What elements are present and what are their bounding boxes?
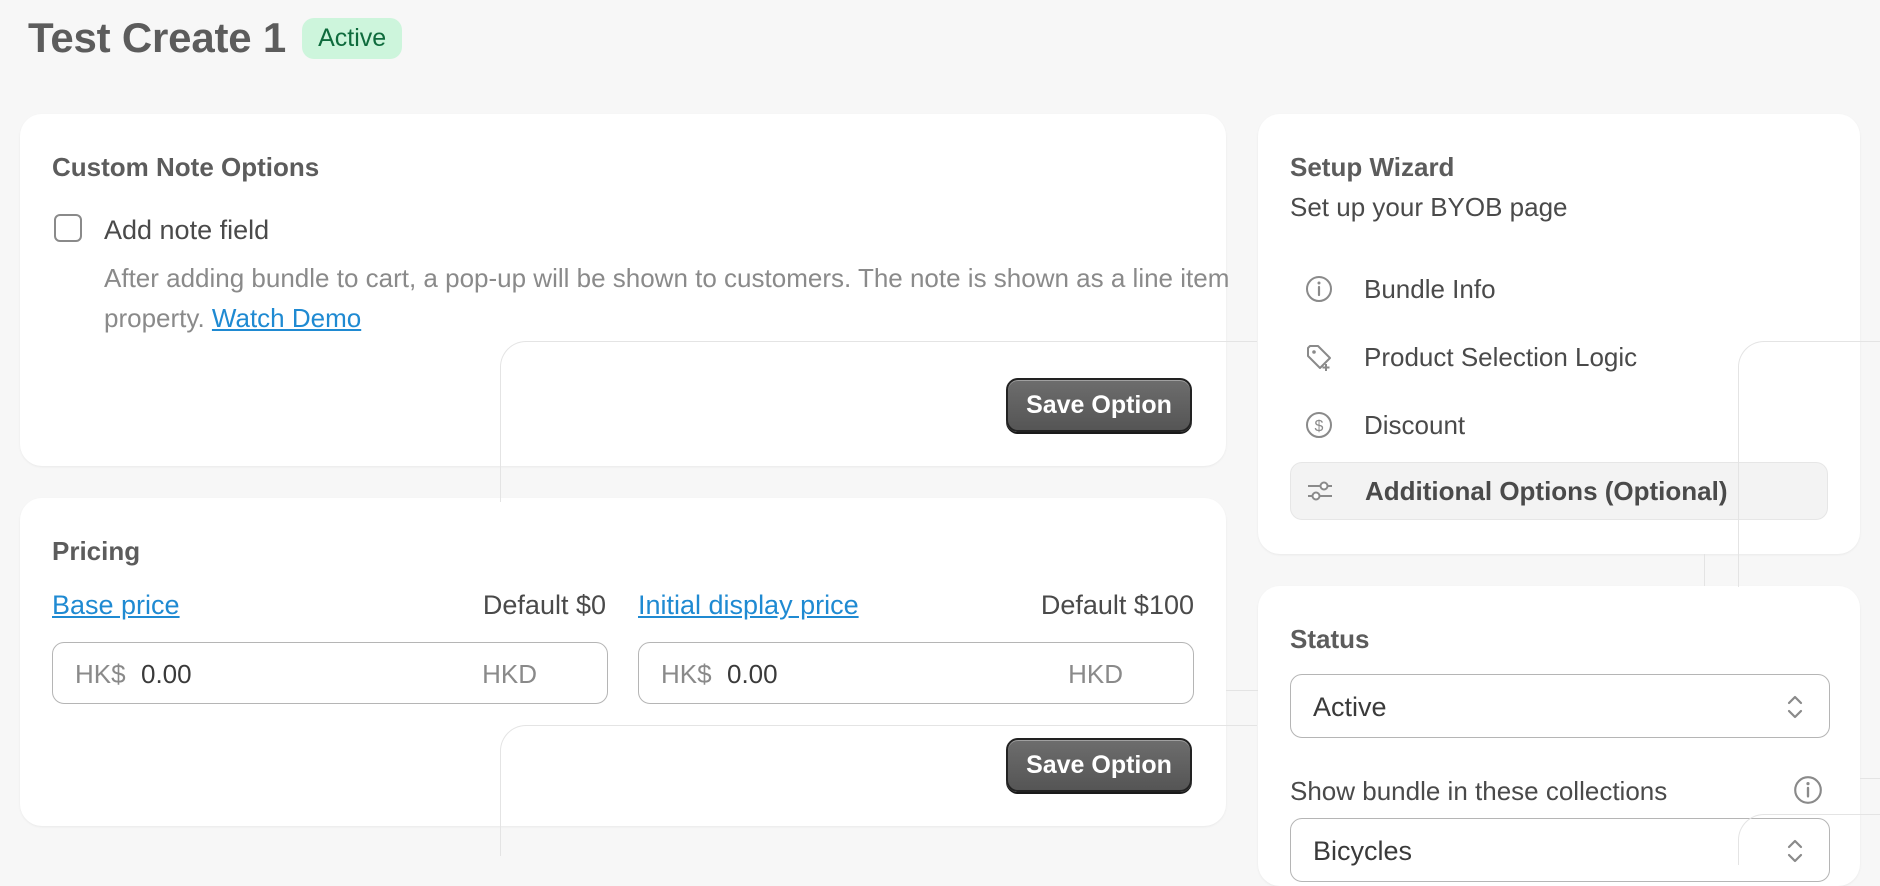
overlay-guide — [1226, 690, 1258, 691]
base-price-link[interactable]: Base price — [52, 590, 180, 621]
page-header: Test Create 1 Active — [28, 14, 403, 62]
select-arrows-icon — [1785, 835, 1805, 872]
save-option-button[interactable]: Save Option — [1006, 378, 1192, 432]
sliders-icon — [1305, 476, 1335, 506]
base-price-default: Default $0 — [482, 590, 606, 620]
wizard-item-bundle-info[interactable]: Bundle Info — [1290, 260, 1828, 318]
status-select[interactable]: Active — [1290, 674, 1830, 738]
collections-select-value: Bicycles — [1313, 836, 1413, 866]
note-help-text: After adding bundle to cart, a pop-up wi… — [104, 258, 1244, 338]
wizard-item-additional-options[interactable]: Additional Options (Optional) — [1290, 462, 1828, 520]
status-title: Status — [1290, 624, 1370, 654]
currency-suffix: HKD — [1068, 659, 1123, 689]
dollar-circle-icon: $ — [1304, 410, 1334, 440]
collections-label: Show bundle in these collections — [1290, 776, 1668, 806]
pricing-card: Pricing Base price Default $0 HK$ 0.00 H… — [20, 498, 1226, 826]
tag-plus-icon — [1304, 342, 1334, 372]
wizard-item-label: Discount — [1364, 409, 1466, 440]
svg-text:$: $ — [1315, 418, 1324, 435]
base-price-input[interactable]: HK$ 0.00 HKD — [52, 642, 608, 704]
wizard-item-label: Product Selection Logic — [1364, 341, 1638, 372]
overlay-guide — [1860, 778, 1880, 779]
overlay-guide — [1704, 554, 1705, 586]
currency-prefix: HK$ — [75, 659, 126, 689]
watch-demo-link[interactable]: Watch Demo — [212, 303, 361, 333]
status-badge: Active — [302, 17, 403, 59]
base-price-value: 0.00 — [141, 659, 192, 689]
wizard-title: Setup Wizard — [1290, 152, 1455, 182]
card-title: Pricing — [52, 536, 141, 566]
status-card: Status Active Show bundle in these colle… — [1258, 586, 1860, 886]
initial-display-price-link[interactable]: Initial display price — [638, 590, 859, 621]
card-title: Custom Note Options — [52, 152, 320, 182]
add-note-checkbox[interactable] — [54, 214, 82, 242]
currency-prefix: HK$ — [661, 659, 712, 689]
setup-wizard-card: Setup Wizard Set up your BYOB page Bundl… — [1258, 114, 1860, 554]
wizard-item-discount[interactable]: $ Discount — [1290, 396, 1828, 454]
select-arrows-icon — [1785, 691, 1805, 728]
wizard-subtitle: Set up your BYOB page — [1290, 192, 1568, 222]
page-title: Test Create 1 — [28, 14, 287, 61]
save-option-button[interactable]: Save Option — [1006, 738, 1192, 792]
custom-note-card: Custom Note Options Add note field After… — [20, 114, 1229, 466]
add-note-label: Add note field — [104, 215, 270, 245]
info-icon[interactable] — [1792, 774, 1824, 811]
currency-suffix: HKD — [482, 659, 537, 689]
initial-price-value: 0.00 — [727, 659, 778, 689]
wizard-item-product-selection[interactable]: Product Selection Logic — [1290, 328, 1828, 386]
wizard-item-label: Bundle Info — [1364, 273, 1496, 304]
info-icon — [1304, 274, 1334, 304]
initial-price-input[interactable]: HK$ 0.00 HKD — [638, 642, 1194, 704]
wizard-item-label: Additional Options (Optional) — [1365, 475, 1728, 506]
status-select-value: Active — [1313, 692, 1387, 722]
initial-price-default: Default $100 — [1040, 590, 1194, 620]
collections-select[interactable]: Bicycles — [1290, 818, 1830, 882]
